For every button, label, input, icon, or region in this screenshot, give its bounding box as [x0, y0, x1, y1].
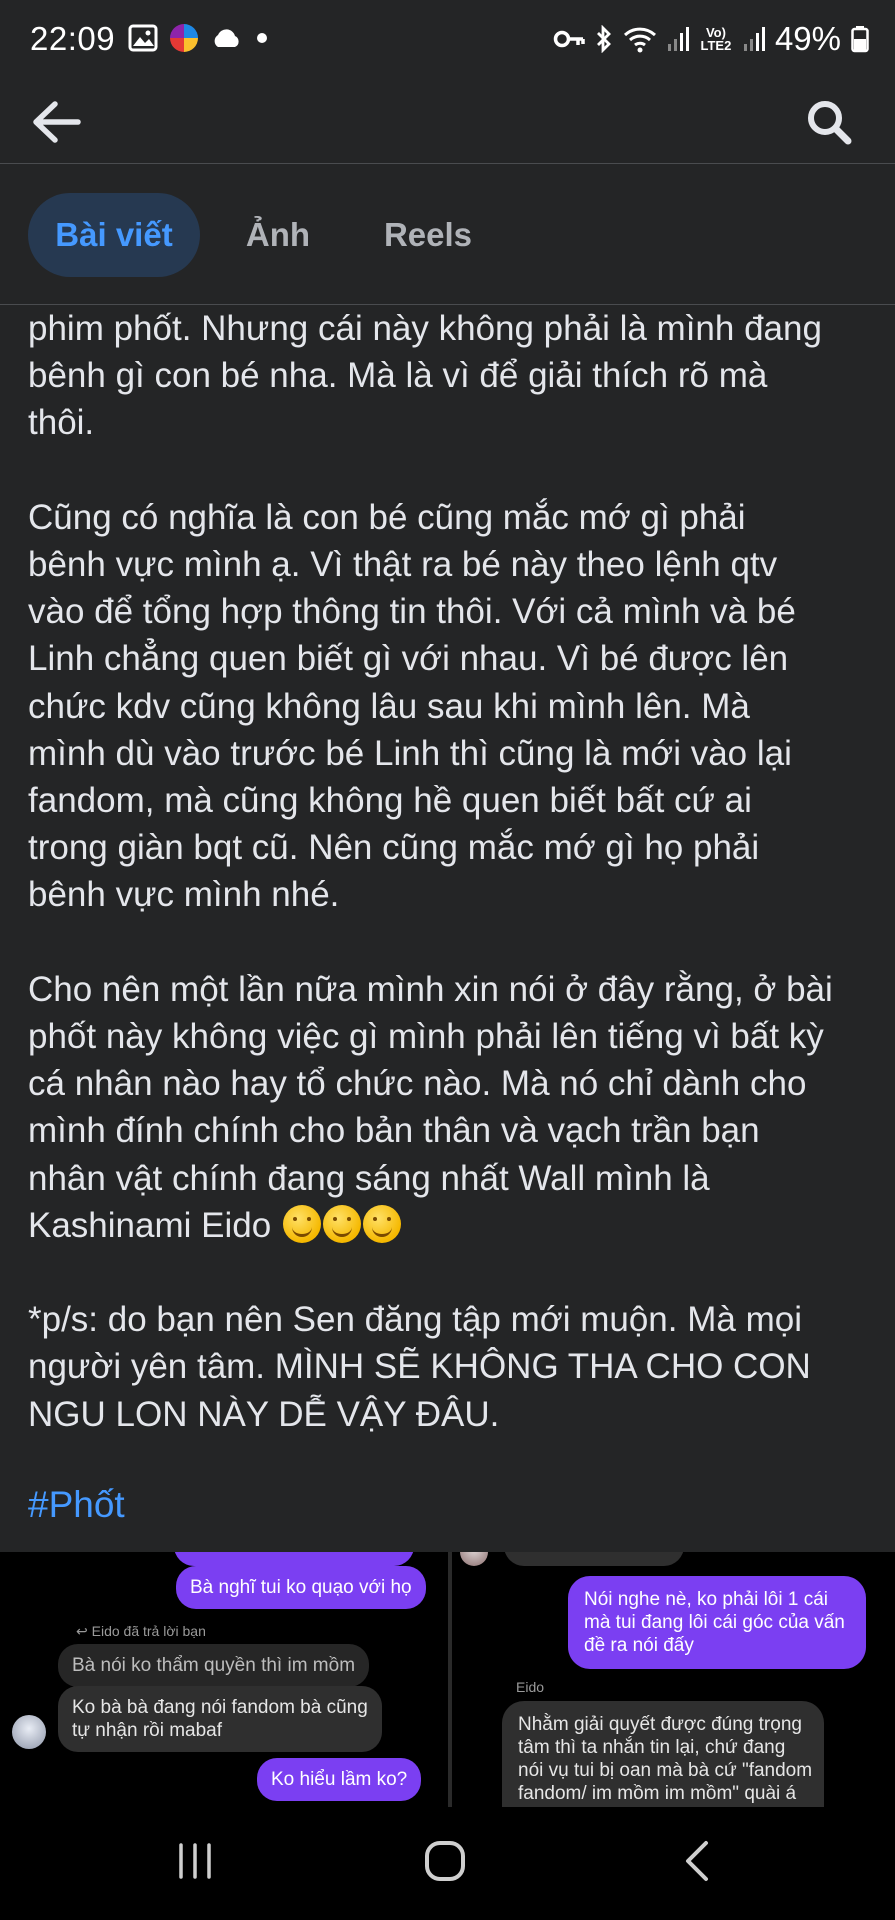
chat-line: fandom/ im mồm im mồm" quài á — [518, 1783, 797, 1804]
tab-photos[interactable]: Ảnh — [236, 193, 320, 277]
wifi-icon — [623, 25, 657, 53]
gallery-icon — [128, 24, 158, 52]
chat-line: Nói nghe nè, ko phải lôi 1 cái — [584, 1589, 828, 1610]
search-button[interactable] — [799, 92, 859, 152]
post-line: bênh vực mình nhé. — [28, 875, 340, 915]
sender-name: Eido — [516, 1679, 545, 1695]
chat-bubble: Ko hiểu lầm ko? — [257, 1758, 422, 1801]
back-arrow-icon — [33, 101, 81, 143]
post-line: phim phốt. Nhưng cái này không phải là m… — [28, 309, 822, 348]
post-line: người yên tâm. MÌNH SẼ KHÔNG THA CHO CON — [28, 1347, 811, 1387]
post-line: Cũng có nghĩa là con bé cũng mắc mớ gì p… — [28, 497, 746, 537]
volte-icon: Vo) LTE2 — [700, 25, 732, 53]
chat-bubble: Nói nghe nè, ko phải lôi 1 cái mà tui đa… — [568, 1576, 866, 1669]
signal-icon — [743, 26, 765, 52]
avatar — [12, 1715, 46, 1749]
status-bar: 22:09 Vo) LTE2 49% — [0, 0, 895, 78]
system-nav-bar — [0, 1807, 895, 1920]
chat-line: mà tui đang lôi cái góc của vấn — [584, 1612, 845, 1633]
post-line: Linh chẳng quen biết gì với nhau. Vì bé … — [28, 639, 789, 679]
hugging-face-icon — [322, 1204, 361, 1243]
post-line: Cho nên một lần nữa mình xin nói ở đây r… — [28, 969, 833, 1009]
chat-bubble: Bà nghĩ tui ko quạo với họ — [176, 1566, 426, 1609]
avatar — [460, 1552, 488, 1566]
hashtag-link[interactable]: #Phốt — [28, 1484, 125, 1526]
chat-line: đề ra nói đấy — [584, 1635, 694, 1656]
chat-line: Ko bà bà đang nói fandom bà cũng — [72, 1697, 368, 1718]
post-line: chức kdv cũng không lâu sau khi mình lên… — [28, 686, 750, 726]
hugging-face-icon — [282, 1204, 321, 1243]
cloud-icon — [210, 27, 242, 49]
post-line: NGU LON NÀY DỄ VẬY ĐÂU. — [28, 1394, 500, 1434]
post-line: cá nhân nào hay tổ chức nào. Mà nó chỉ d… — [28, 1064, 807, 1104]
status-time: 22:09 — [30, 20, 116, 57]
post-line: bênh gì con bé nha. Mà là vì để giải thí… — [28, 356, 768, 396]
post-line: fandom, mà cũng không hề quen biết bất c… — [28, 781, 752, 821]
tab-posts[interactable]: Bài viết — [28, 193, 200, 277]
post-line: bênh vực mình ạ. Vì thật ra bé này theo … — [28, 545, 778, 584]
post-line: trong giàn bqt cũ. Nên cũng mắc mớ gì họ… — [28, 828, 760, 868]
profile-tabs: Bài viết Ảnh Reels — [0, 165, 895, 305]
status-left-icons — [128, 22, 272, 54]
post-line-text: Kashinami Eido — [28, 1205, 272, 1245]
post-line: thôi. — [28, 403, 95, 443]
search-icon — [808, 101, 852, 145]
chat-bubble: Nhằm giải quyết được đúng trọng tâm thì … — [502, 1701, 824, 1807]
quoted-bubble: Bà nói ko thẩm quyền thì im mồm — [58, 1644, 370, 1687]
post-body: phim phốt. Nhưng cái này không phải là m… — [28, 305, 878, 1438]
bluetooth-icon — [595, 25, 613, 53]
post-line: nhân vật chính đang sáng nhất Wall mình … — [28, 1158, 710, 1198]
signal-icon — [667, 26, 689, 52]
battery-percent: 49% — [774, 20, 841, 57]
home-icon — [425, 1841, 465, 1881]
nav-back-button[interactable] — [662, 1831, 732, 1891]
reply-meta-text: Eido đã trả lời bạn — [91, 1623, 206, 1639]
post-line: Kashinami Eido — [28, 1202, 878, 1249]
post-line: mình dù vào trước bé Linh thì cũng là mớ… — [28, 733, 792, 773]
recent-apps-icon — [179, 1843, 211, 1879]
chat-line: nói vụ tui bị oan mà bà cứ "fandom — [518, 1760, 813, 1781]
chat-line: tự nhận rồi mabaf — [72, 1720, 223, 1741]
back-icon — [686, 1841, 708, 1881]
battery-icon — [851, 25, 869, 53]
key-icon — [553, 28, 585, 50]
tab-reels[interactable]: Reels — [372, 193, 484, 277]
post-line: phốt này không việc gì mình phải lên tiế… — [28, 1017, 824, 1057]
attached-image[interactable]: Bà nghĩ tui ko quạo với họ ↩ Eido đã trả… — [0, 1552, 895, 1807]
back-button[interactable] — [26, 92, 86, 152]
chat-line: tâm thì ta nhắn tin lại, chứ đang — [518, 1737, 786, 1758]
chat-bubble-top-cut — [504, 1552, 684, 1566]
post-line: *p/s: do bạn nên Sen đăng tập mới muộn. … — [28, 1300, 802, 1340]
app-bar — [0, 78, 895, 164]
reply-meta: ↩ Eido đã trả lời bạn — [76, 1623, 206, 1639]
chat-bubble-top-cut — [174, 1552, 414, 1566]
recent-apps-button[interactable] — [160, 1831, 230, 1891]
chat-line: Nhằm giải quyết được đúng trọng — [518, 1714, 802, 1735]
post-line: vào để tổng hợp thông tin thôi. Với cả m… — [28, 592, 796, 632]
chat-bubble: Ko bà bà đang nói fandom bà cũng tự nhận… — [58, 1686, 382, 1752]
image-divider — [448, 1552, 452, 1807]
dot-icon — [252, 32, 272, 44]
home-button[interactable] — [410, 1831, 480, 1891]
post-line: mình đính chính cho bản thân và vạch trầ… — [28, 1111, 760, 1151]
hugging-face-icon — [362, 1204, 401, 1243]
app-icon — [168, 22, 200, 54]
status-right-icons: Vo) LTE2 49% — [553, 20, 869, 58]
